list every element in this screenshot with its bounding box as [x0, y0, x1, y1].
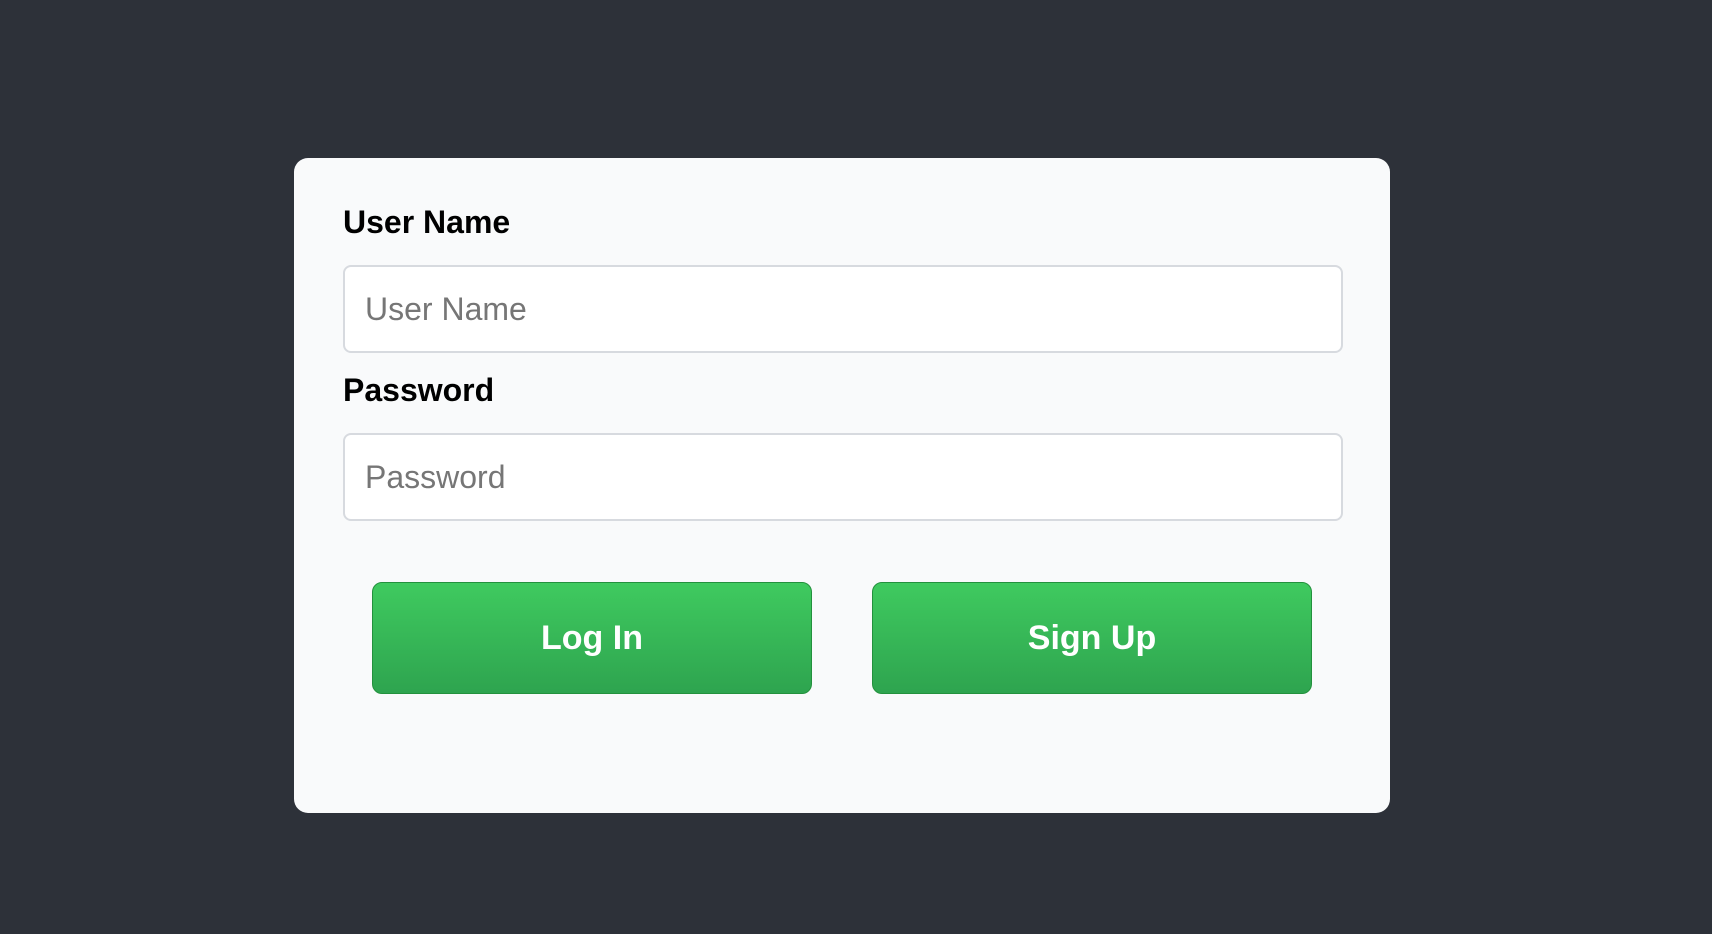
password-label: Password: [343, 372, 495, 408]
username-label: User Name: [343, 204, 511, 240]
username-input[interactable]: [343, 265, 1343, 353]
signup-button[interactable]: Sign Up: [872, 582, 1312, 694]
login-card: User Name Password Log In Sign Up: [294, 158, 1390, 813]
password-input[interactable]: [343, 433, 1343, 521]
login-button[interactable]: Log In: [372, 582, 812, 694]
